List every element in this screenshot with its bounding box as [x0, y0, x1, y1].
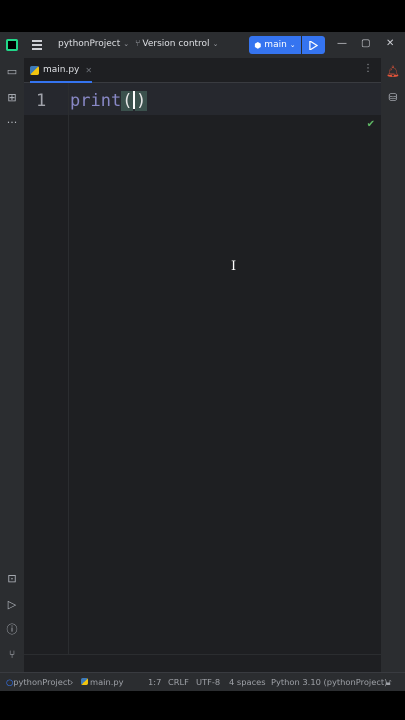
git-icon[interactable]: ⑂	[5, 648, 19, 662]
left-tool-strip: ▭ ⊞ ··· ⊡ ▷ ⓘ ⑂	[0, 58, 24, 672]
run-config-label: main	[264, 40, 287, 50]
title-bar: pythonProject ⌄ ⑂ Version control ⌄ ⬢ main ⌄ …	[0, 32, 405, 58]
branch-icon: ⑂	[135, 39, 141, 49]
horizontal-scrollbar[interactable]	[24, 654, 381, 663]
chevron-down-icon: ⌄	[212, 40, 219, 48]
line-number: 1	[36, 91, 47, 111]
chevron-down-icon: ⌄	[123, 40, 130, 48]
tab-options-icon[interactable]: ⋮	[363, 63, 373, 74]
python-config-icon: ⬢	[254, 40, 262, 50]
status-line-ending[interactable]: CRLF	[168, 677, 189, 687]
project-name: pythonProject	[58, 39, 121, 49]
pycharm-logo-icon[interactable]	[6, 39, 18, 51]
code-open-paren: (	[121, 91, 134, 111]
code-function: print	[70, 91, 122, 111]
notifications-icon[interactable]: 🔔︎	[386, 65, 400, 79]
lock-icon[interactable]: 🔓︎	[386, 677, 391, 688]
status-bar: ○pythonProject › main.py 1:7 CRLF UTF-8 …	[0, 672, 405, 691]
inspection-ok-icon[interactable]: ✔	[367, 119, 375, 130]
right-tool-strip: 🔔︎ ⛁	[381, 58, 405, 672]
status-interpreter[interactable]: Python 3.10 (pythonProject)	[271, 677, 387, 687]
maximize-icon[interactable]: ▢	[361, 38, 370, 49]
python-file-icon	[81, 678, 88, 685]
editor-tab-bar: main.py ✕ ⋮	[24, 58, 381, 83]
database-icon[interactable]: ⛁	[386, 91, 400, 105]
python-file-icon	[30, 65, 39, 75]
code-editor[interactable]: 1 print() ✔	[24, 83, 381, 654]
status-project[interactable]: ○pythonProject	[6, 677, 71, 687]
breadcrumb-chevron-icon: ›	[70, 677, 74, 687]
chevron-down-icon: ⌄	[289, 41, 296, 49]
version-control-menu[interactable]: ⑂ Version control ⌄	[135, 39, 218, 49]
more-tools-icon[interactable]: ···	[5, 116, 19, 130]
project-selector[interactable]: pythonProject ⌄	[58, 39, 129, 49]
tab-main-py[interactable]: main.py ✕	[30, 58, 110, 83]
status-position[interactable]: 1:7	[148, 677, 161, 687]
status-indent[interactable]: 4 spaces	[229, 677, 266, 687]
project-folder-icon[interactable]: ▭	[5, 65, 19, 79]
terminal-icon[interactable]: ⊡	[5, 572, 19, 586]
minimize-icon[interactable]: —	[337, 38, 347, 49]
gutter-divider	[68, 83, 69, 654]
close-icon[interactable]: ✕	[386, 38, 394, 49]
run-button[interactable]	[302, 36, 325, 54]
vcs-label: Version control	[142, 39, 210, 49]
mouse-ibeam-cursor-icon: I	[231, 259, 237, 274]
structure-icon[interactable]: ⊞	[5, 91, 19, 105]
code-close-paren: )	[134, 91, 148, 111]
code-line[interactable]: print()	[70, 91, 148, 111]
run-icon	[309, 40, 318, 50]
hamburger-menu-icon[interactable]	[32, 40, 42, 50]
run-config-selector[interactable]: ⬢ main ⌄	[249, 36, 301, 54]
ide-window: pythonProject ⌄ ⑂ Version control ⌄ ⬢ main ⌄ …	[0, 32, 405, 691]
problems-icon[interactable]: ⓘ	[5, 623, 19, 637]
status-encoding[interactable]: UTF-8	[196, 677, 220, 687]
tab-close-icon[interactable]: ✕	[85, 66, 92, 75]
status-file[interactable]: main.py	[81, 677, 124, 687]
tab-label: main.py	[43, 65, 80, 75]
run-panel-icon[interactable]: ▷	[5, 598, 19, 612]
